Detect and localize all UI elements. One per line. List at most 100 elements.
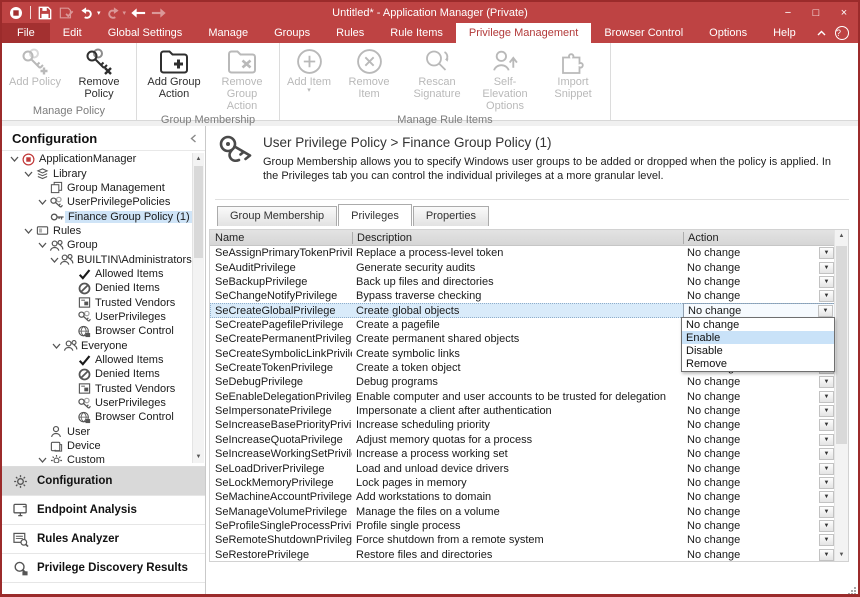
combo-dropdown-icon[interactable]: ▼ [819,448,834,460]
scroll-down-icon[interactable]: ▼ [193,451,204,463]
grid-scrollbar[interactable]: ▲ ▼ [834,230,848,561]
table-row[interactable]: SeImpersonatePrivilegeImpersonate a clie… [210,404,835,418]
tree-item-browser-control[interactable]: Browser Control [4,324,192,338]
resize-grip[interactable] [846,583,857,594]
remove-policy-button[interactable]: Remove Policy [65,44,133,100]
table-row[interactable]: SeChangeNotifyPrivilegeBypass traverse c… [210,289,835,303]
tree-item-userprivilegepolicies[interactable]: UserPrivilegePolicies [4,195,192,209]
app-icon[interactable] [7,5,25,21]
tree-scrollbar-thumb[interactable] [194,166,203,258]
collapse-pane-icon[interactable] [190,134,197,143]
action-cell[interactable]: No change▼ [683,447,835,461]
table-row[interactable]: SeIncreaseQuotaPrivilegeAdjust memory qu… [210,433,835,447]
tree-expander-icon[interactable] [36,199,48,205]
table-row[interactable]: SeLoadDriverPrivilegeLoad and unload dev… [210,461,835,475]
undo-icon[interactable] [78,5,96,21]
combo-dropdown-icon[interactable]: ▼ [819,247,834,259]
tree-item-device[interactable]: Device [4,439,192,453]
table-row[interactable]: SeIncreaseWorkingSetPrivilegeIncrease a … [210,447,835,461]
remove-group-action-button[interactable]: Remove Group Action [208,44,276,112]
dropdown-option-disable[interactable]: Disable [682,344,834,357]
combo-dropdown-icon[interactable]: ▼ [818,305,833,317]
action-cell[interactable]: No change▼ [683,461,835,475]
combo-dropdown-icon[interactable]: ▼ [819,534,834,546]
action-cell[interactable]: No change▼ [683,433,835,447]
combo-dropdown-icon[interactable]: ▼ [819,477,834,489]
column-header-name[interactable]: Name [210,232,352,244]
tree-item-group[interactable]: Group [4,238,192,252]
tree-item-trusted-vendors[interactable]: Trusted Vendors [4,295,192,309]
action-cell[interactable]: No change▼ [683,476,835,490]
tree-item-denied-items[interactable]: Denied Items [4,367,192,381]
remove-item-button[interactable]: Remove Item [335,44,403,100]
action-cell[interactable]: No change▼ [683,275,835,289]
tree-item-userprivileges[interactable]: UserPrivileges [4,396,192,410]
dropdown-caret-icon[interactable]: ▾ [123,9,127,17]
combo-dropdown-icon[interactable]: ▼ [819,520,834,532]
column-header-description[interactable]: Description [352,232,683,244]
menu-tab-file[interactable]: File [2,23,50,43]
table-row[interactable]: SeRemoteShutdownPrivilegeForce shutdown … [210,533,835,547]
action-cell[interactable]: No change▼ [683,375,835,389]
tree-expander-icon[interactable] [8,156,20,162]
menu-tab-help[interactable]: Help [760,23,809,43]
menu-tab-manage[interactable]: Manage [195,23,261,43]
menu-tab-edit[interactable]: Edit [50,23,95,43]
action-cell[interactable]: No change▼ [683,390,835,404]
tree-expander-icon[interactable] [50,343,62,349]
table-row[interactable]: SeAssignPrimaryTokenPrivilegeReplace a p… [210,246,835,260]
combo-dropdown-icon[interactable]: ▼ [819,262,834,274]
tree-item-custom[interactable]: Custom [4,453,192,463]
forward-icon[interactable] [150,5,168,21]
menu-tab-rule-items[interactable]: Rule Items [377,23,456,43]
dropdown-option-no-change[interactable]: No change [682,318,834,331]
action-cell[interactable]: No change▼ [683,260,835,274]
help-icon[interactable]: ? [835,26,849,40]
rescan-signature-button[interactable]: Rescan Signature [403,44,471,100]
table-row[interactable]: SeAuditPrivilegeGenerate security audits… [210,260,835,274]
nav-endpoint-analysis[interactable]: Endpoint Analysis [2,496,205,525]
import-snippet-button[interactable]: Import Snippet [539,44,607,100]
grid-scrollbar-thumb[interactable] [836,246,847,444]
tree-item-applicationmanager[interactable]: ApplicationManager [4,152,192,166]
close-button[interactable]: × [830,2,858,23]
dropdown-option-enable[interactable]: Enable [682,331,834,344]
tab-group-membership[interactable]: Group Membership [217,206,337,226]
combo-dropdown-icon[interactable]: ▼ [819,290,834,302]
combo-dropdown-icon[interactable]: ▼ [819,391,834,403]
table-row[interactable]: SeRestorePrivilegeRestore files and dire… [210,548,835,561]
table-row[interactable]: SeBackupPrivilegeBack up files and direc… [210,275,835,289]
tree-expander-icon[interactable] [36,457,48,463]
nav-privilege-discovery-results[interactable]: Privilege Discovery Results [2,554,205,583]
maximize-button[interactable]: □ [802,2,830,23]
combo-dropdown-icon[interactable]: ▼ [819,549,834,561]
menu-tab-rules[interactable]: Rules [323,23,377,43]
dropdown-option-remove[interactable]: Remove [682,358,834,371]
add-policy-button[interactable]: Add Policy [5,44,65,88]
menu-tab-groups[interactable]: Groups [261,23,323,43]
redo-icon[interactable] [104,5,122,21]
table-row[interactable]: SeMachineAccountPrivilegeAdd workstation… [210,490,835,504]
action-cell[interactable]: No change▼ [683,504,835,518]
tree-item-denied-items[interactable]: Denied Items [4,281,192,295]
tree-scrollbar[interactable]: ▲ ▼ [192,153,204,463]
combo-dropdown-icon[interactable]: ▼ [819,405,834,417]
add-item-button[interactable]: Add Item▾ [283,44,335,94]
nav-rules-analyzer[interactable]: Rules Analyzer [2,525,205,554]
action-cell[interactable]: No change▼ [683,289,835,303]
tree-expander-icon[interactable] [50,257,59,263]
collapse-ribbon-icon[interactable] [817,30,826,36]
add-group-action-button[interactable]: Add Group Action [140,44,208,100]
tab-properties[interactable]: Properties [413,206,489,226]
tree-item-userprivileges[interactable]: UserPrivileges [4,310,192,324]
action-cell[interactable]: No change▼ [683,490,835,504]
table-row[interactable]: SeEnableDelegationPrivilegeEnable comput… [210,390,835,404]
menu-tab-browser-control[interactable]: Browser Control [591,23,696,43]
save-check-icon[interactable] [57,5,75,21]
action-cell[interactable]: No change▼ [683,404,835,418]
column-header-action[interactable]: Action [683,232,835,244]
table-row[interactable]: SeLockMemoryPrivilegeLock pages in memor… [210,476,835,490]
tree-item-browser-control[interactable]: Browser Control [4,410,192,424]
menu-tab-global-settings[interactable]: Global Settings [95,23,196,43]
table-row[interactable]: SeProfileSingleProcessPrivilegeProfile s… [210,519,835,533]
